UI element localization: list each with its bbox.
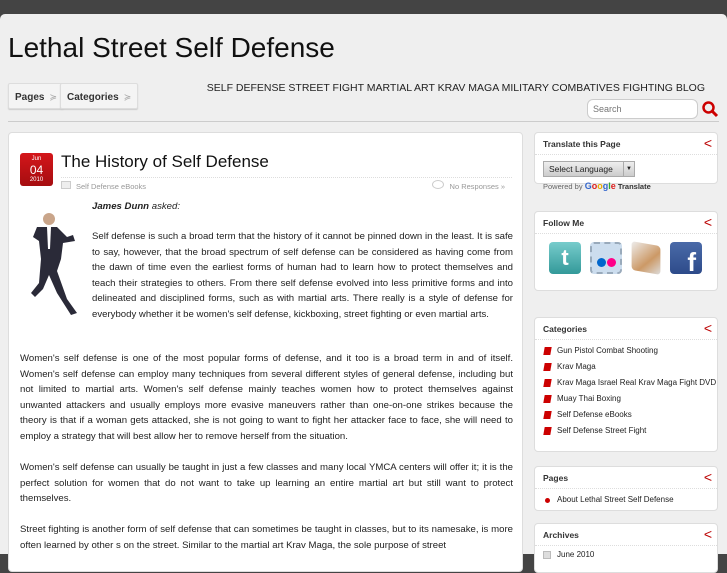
powered-by-label: Powered by xyxy=(543,182,583,191)
book-icon xyxy=(543,427,552,435)
date-month: Jun xyxy=(31,156,42,162)
post-paragraph: Self defense is such a broad term that t… xyxy=(92,231,513,320)
widget-title: Categories xyxy=(543,324,587,334)
nav-label: Pages xyxy=(15,92,45,103)
category-link[interactable]: Muay Thai Boxing xyxy=(535,391,717,407)
calendar-icon xyxy=(543,551,551,559)
divider xyxy=(8,121,719,122)
book-icon xyxy=(543,347,552,355)
date-badge: Jun 04 2010 xyxy=(20,153,53,186)
widget-title: Follow Me xyxy=(543,218,585,228)
post-title[interactable]: The History of Self Defense xyxy=(61,152,269,172)
category-link[interactable]: Gun Pistol Combat Shooting xyxy=(535,343,717,359)
widget-header: Archives < xyxy=(535,524,717,546)
book-icon xyxy=(543,363,552,371)
bullet-icon xyxy=(545,498,550,503)
collapse-icon[interactable]: < xyxy=(704,526,712,542)
powered-by-google: Powered by Google Translate xyxy=(543,181,651,191)
responses-link[interactable]: No Responses » xyxy=(450,182,505,191)
twitter-icon[interactable]: t xyxy=(549,242,581,274)
fighter-image xyxy=(31,213,77,315)
widget-title: Archives xyxy=(543,530,579,540)
post-paragraph: Women's self defense is one of the most … xyxy=(20,353,513,442)
widget-title: Pages xyxy=(543,473,569,483)
book-icon xyxy=(543,411,552,419)
collapse-icon[interactable]: < xyxy=(704,214,712,230)
date-day: 04 xyxy=(29,163,44,177)
google-logo: Google xyxy=(584,181,616,191)
date-year: 2010 xyxy=(29,177,44,183)
widget-pages: Pages < About Lethal Street Self Defense xyxy=(534,466,718,511)
post-meta: Self Defense eBooks No Responses » xyxy=(61,177,512,191)
translate-label: Translate xyxy=(617,182,651,191)
folder-icon xyxy=(61,181,71,189)
category-link[interactable]: Krav Maga xyxy=(535,359,717,375)
rss-icon[interactable] xyxy=(631,241,661,275)
nav-pages-button[interactable]: Pages ≽ xyxy=(8,83,65,109)
widget-header: Follow Me < xyxy=(535,212,717,234)
widget-title: Translate this Page xyxy=(543,139,621,149)
post-paragraph: Street fighting is another form of self … xyxy=(20,524,513,551)
widget-header: Categories < xyxy=(535,318,717,340)
flickr-icon[interactable] xyxy=(590,242,622,274)
widget-categories: Categories < Gun Pistol Combat Shooting K… xyxy=(534,317,718,452)
category-list: Gun Pistol Combat Shooting Krav Maga Kra… xyxy=(535,340,717,439)
asked-label: asked: xyxy=(151,201,181,212)
post-author-line: James Dunn asked: xyxy=(92,199,180,215)
post-author: James Dunn xyxy=(92,201,150,212)
nav-categories-button[interactable]: Categories ≽ xyxy=(60,83,139,109)
dropdown-arrow-icon: ▼ xyxy=(623,162,634,176)
archive-list: June 2010 xyxy=(535,546,717,563)
page-list: About Lethal Street Self Defense xyxy=(535,489,717,508)
chevron-down-icon: ≽ xyxy=(123,92,132,102)
archive-link[interactable]: June 2010 xyxy=(535,547,717,563)
widget-follow: Follow Me < t f xyxy=(534,211,718,291)
widget-translate: Translate this Page < Select Language ▼ Po… xyxy=(534,132,718,191)
widget-header: Pages < xyxy=(535,467,717,489)
search-input[interactable] xyxy=(587,99,698,119)
site-title[interactable]: Lethal Street Self Defense xyxy=(8,32,335,64)
book-icon xyxy=(543,395,552,403)
tagline: SELF DEFENSE STREET FIGHT MARTIAL ART KR… xyxy=(206,82,705,94)
nav-label: Categories xyxy=(67,92,119,103)
collapse-icon[interactable]: < xyxy=(704,320,712,336)
facebook-icon[interactable]: f xyxy=(670,242,702,277)
language-select[interactable]: Select Language ▼ xyxy=(543,161,635,177)
category-link[interactable]: Self Defense eBooks xyxy=(535,407,717,423)
category-link[interactable]: Self Defense Street Fight xyxy=(535,423,717,439)
category-link[interactable]: Krav Maga Israel Real Krav Maga Fight DV… xyxy=(535,375,717,391)
page-link[interactable]: About Lethal Street Self Defense xyxy=(535,492,717,508)
chevron-down-icon: ≽ xyxy=(49,92,58,102)
post-paragraph: Women's self defense can usually be taug… xyxy=(20,462,513,505)
search-icon[interactable] xyxy=(701,100,719,118)
collapse-icon[interactable]: < xyxy=(704,469,712,485)
comment-icon xyxy=(432,180,444,189)
post-category-link[interactable]: Self Defense eBooks xyxy=(76,182,146,191)
language-select-value: Select Language xyxy=(549,164,613,174)
collapse-icon[interactable]: < xyxy=(704,135,712,151)
book-icon xyxy=(543,379,552,387)
widget-archives: Archives < June 2010 xyxy=(534,523,718,573)
post: Jun 04 2010 The History of Self Defense Se… xyxy=(8,132,523,572)
page: Lethal Street Self Defense Pages ≽ Catego… xyxy=(0,14,727,573)
widget-header: Translate this Page < xyxy=(535,133,717,155)
